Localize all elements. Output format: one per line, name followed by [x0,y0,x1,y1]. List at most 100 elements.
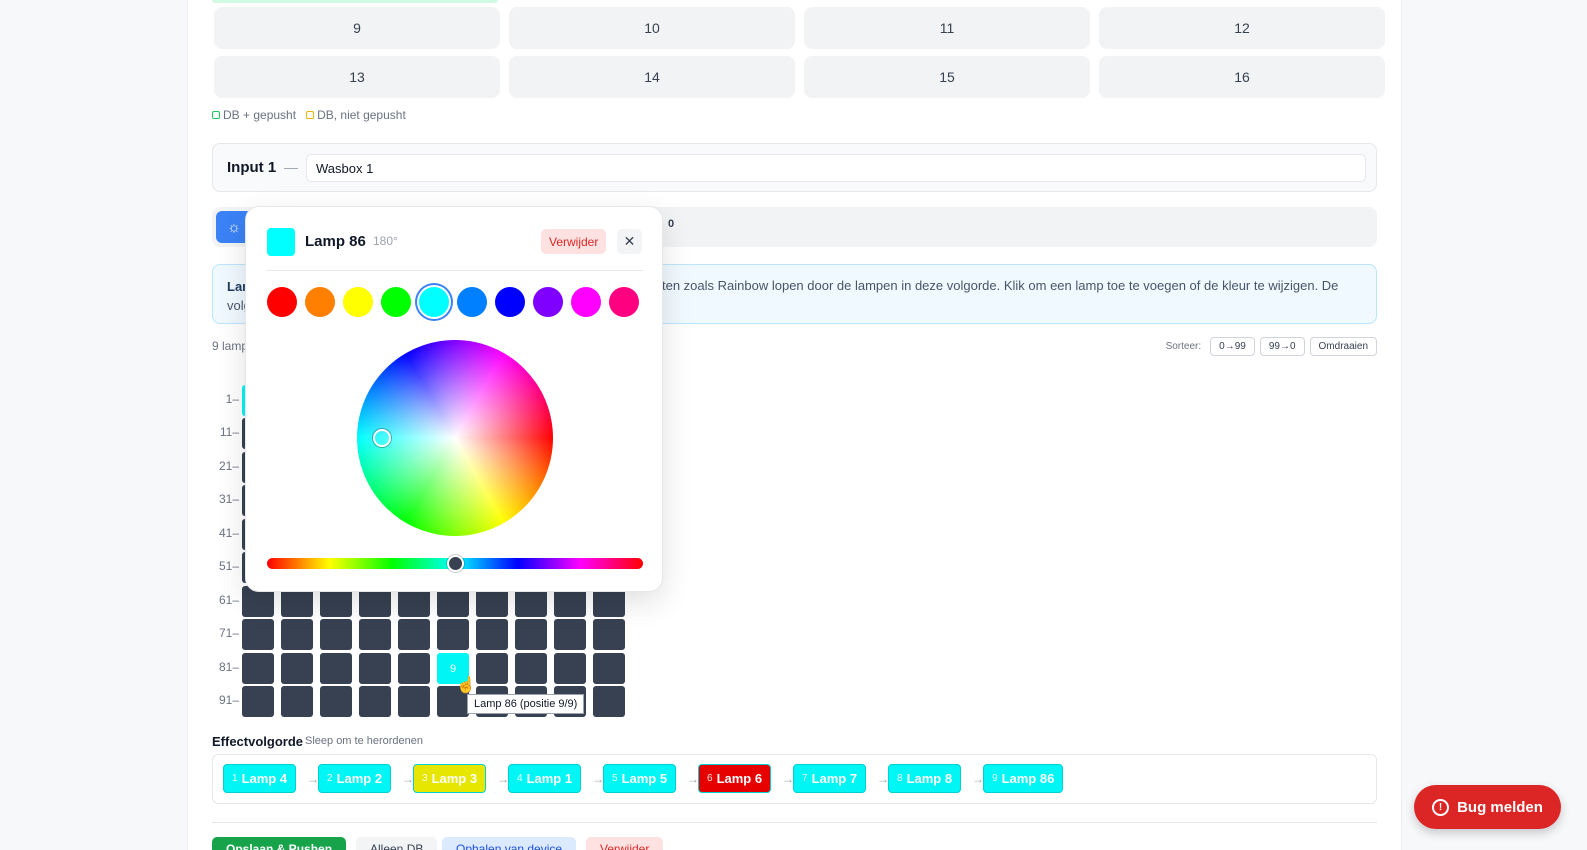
save-push-button[interactable]: Opslaan & Pushen [212,837,347,850]
sort-label: Sorteer: [1165,341,1202,352]
lamp-cell[interactable] [242,619,274,650]
lamp-cell[interactable] [281,619,313,650]
input-cell[interactable]: 14 [509,56,795,98]
grid-row-label: 1– [225,392,239,406]
input-cell[interactable]: 11 [804,7,1090,49]
input-cell-top-highlight [212,0,498,3]
lamp-cell[interactable] [320,653,352,684]
lamp-cell[interactable] [359,653,391,684]
lamp-cell[interactable] [398,619,430,650]
effect-chip[interactable]: 4 Lamp 1 [508,764,582,793]
db-only-button[interactable]: Alleen DB [356,837,438,850]
lamp-cell[interactable] [476,653,508,684]
input-cell[interactable]: 15 [804,56,1090,98]
color-preset[interactable] [267,287,297,317]
grid-row-label: 11– [219,425,239,439]
not-pushed-marker-icon [306,111,315,119]
effect-chip-label: Lamp 8 [906,771,953,786]
status-legend: DB + gepusht DB, niet gepusht [212,108,406,122]
lamp-cell[interactable] [398,686,430,717]
bug-report-button[interactable]: ! Bug melden [1414,785,1561,829]
popover-delete-button[interactable]: Verwijder [541,229,607,254]
current-color-swatch [267,228,295,256]
effect-chip[interactable]: 8 Lamp 8 [888,764,962,793]
effect-order-list: 1 Lamp 4 → 2 Lamp 2 → 3 Lamp 3 → 4 Lamp 1 → 5 Lamp 5 →… [212,754,1377,804]
lamp-cell[interactable] [593,653,625,684]
grid-row-label: 61– [218,593,239,607]
color-preset[interactable] [457,287,487,317]
effect-chip[interactable]: 7 Lamp 7 [793,764,867,793]
lamp-cell[interactable] [320,619,352,650]
effect-chip-label: Lamp 5 [621,771,668,786]
effect-chip-label: Lamp 7 [811,771,858,786]
sort-controls: Sorteer: 0→99 99→0 Omdraaien [1166,337,1377,356]
grid-row-label: 71– [218,626,239,640]
delete-button[interactable]: Verwijder [586,837,664,850]
color-preset[interactable] [381,287,411,317]
lamp-cell[interactable] [398,653,430,684]
lamp-cell[interactable] [359,619,391,650]
effect-chip[interactable]: 3 Lamp 3 [413,764,487,793]
effect-chip[interactable]: 2 Lamp 2 [318,764,392,793]
lamp-cell[interactable] [320,686,352,717]
color-preset[interactable] [609,287,639,317]
color-preset[interactable] [343,287,373,317]
lamp-cell[interactable] [515,619,547,650]
divider [212,822,1377,823]
input-cell[interactable]: 16 [1099,56,1385,98]
input-cell[interactable]: 13 [214,56,500,98]
effect-chip-number: 6 [707,773,713,784]
input-card: Input 1 — [212,143,1377,192]
lamp-cell[interactable] [359,686,391,717]
lamp-cell[interactable] [242,653,274,684]
grid-row-label: 91– [218,693,239,707]
lamp-cell[interactable] [281,686,313,717]
effect-chip[interactable]: 6 Lamp 6 [698,764,772,793]
grid-row-label: 81– [218,660,239,674]
hand-cursor-icon: ☝ [456,677,476,694]
lamp-cell[interactable] [437,619,469,650]
sort-desc-button[interactable]: 99→0 [1259,337,1305,356]
color-preset[interactable] [533,287,563,317]
tab-count: 0 [668,218,675,230]
lamp-cell[interactable] [554,619,586,650]
color-picker-popover: Lamp 86 180° Verwijder ✕ [245,206,663,592]
effect-chip[interactable]: 1 Lamp 4 [223,764,297,793]
effect-chip[interactable]: 5 Lamp 5 [603,764,677,793]
reverse-button[interactable]: Omdraaien [1309,337,1377,356]
color-preset[interactable] [571,287,601,317]
input-name-field[interactable] [306,154,1366,182]
effect-subtitle: Sleep om te herordenen [305,735,424,747]
hue-slider-thumb[interactable] [447,555,464,572]
lamp-tooltip: Lamp 86 (positie 9/9) [467,694,585,714]
popover-divider [267,270,643,271]
close-icon[interactable]: ✕ [617,229,642,254]
legend-pushed: DB + gepusht [223,108,297,122]
input-cell[interactable]: 9 [214,7,500,49]
effect-title: Effectvolgorde [212,734,304,749]
lamp-cell[interactable] [281,653,313,684]
effect-chip-number: 4 [517,773,523,784]
effect-chip-label: Lamp 3 [431,771,478,786]
lamp-cell[interactable] [515,653,547,684]
color-preset[interactable] [419,287,449,317]
color-preset[interactable] [495,287,525,317]
lamp-cell[interactable] [554,653,586,684]
input-cell[interactable]: 10 [509,7,795,49]
sort-asc-button[interactable]: 0→99 [1210,337,1255,356]
input-cell[interactable]: 12 [1099,7,1385,49]
lamp-cell[interactable] [593,619,625,650]
grid-row-label: 21– [218,459,239,473]
grid-row-label: 41– [218,526,239,540]
effect-chip-number: 2 [327,773,333,784]
popover-lamp-name: Lamp 86 [305,233,366,250]
pushed-marker-icon [212,111,220,119]
color-wheel-handle[interactable] [373,429,391,447]
color-preset[interactable] [305,287,335,317]
lamp-cell[interactable] [593,686,625,717]
effect-chip[interactable]: 9 Lamp 86 [983,764,1064,793]
lamp-cell[interactable] [476,619,508,650]
fetch-device-button[interactable]: Ophalen van device [442,837,577,850]
lamp-cell[interactable] [242,686,274,717]
alert-icon: ! [1432,798,1450,816]
